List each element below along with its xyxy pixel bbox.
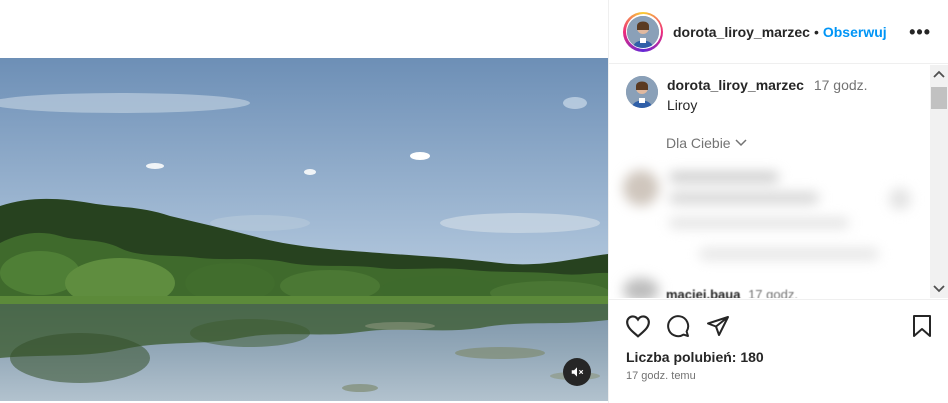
comment-filter-label: Dla Ciebie [666,135,731,151]
scroll-up-arrow-icon[interactable] [933,69,945,79]
send-icon[interactable] [706,314,730,338]
caption-text: Liroy [667,97,698,113]
avatar [627,15,659,48]
caption-time: 17 godz. [813,77,868,93]
blurred-comments [609,160,927,298]
heart-icon[interactable] [625,314,651,338]
separator-dot: • [813,23,819,40]
post-side-panel: dorota_liroy_marzec • Obserwuj ••• dorot… [608,0,948,403]
caption-avatar[interactable] [626,76,658,108]
partial-comment: maciej.baua 17 godz. [666,289,798,298]
follow-button[interactable]: Obserwuj [823,24,887,40]
post-video[interactable] [0,58,608,401]
post-actions: Liczba polubień: 180 17 godz. temu [609,299,948,403]
partial-comment-username: maciej.baua [666,289,741,298]
scroll-down-arrow-icon[interactable] [933,284,945,294]
avatar-image [627,15,659,48]
bookmark-icon[interactable] [911,314,933,338]
mute-button[interactable] [563,358,591,386]
comment-filter-dropdown[interactable]: Dla Ciebie [666,135,747,151]
comments-scrollbar[interactable] [930,65,948,298]
caption-username[interactable]: dorota_liroy_marzec [667,77,804,93]
story-ring[interactable] [623,11,663,52]
lake-landscape-image [0,58,608,401]
likes-count[interactable]: Liczba polubień: 180 [626,349,764,365]
caption: dorota_liroy_marzec 17 godz. Liroy [626,76,868,113]
media-column [0,0,608,403]
post-timestamp: 17 godz. temu [626,370,696,382]
post-header: dorota_liroy_marzec • Obserwuj ••• [609,0,948,64]
partial-comment-time: 17 godz. [748,289,798,298]
muted-speaker-icon [571,367,584,377]
comments-section: dorota_liroy_marzec 17 godz. Liroy Dla C… [609,65,948,298]
header-username[interactable]: dorota_liroy_marzec [673,24,810,40]
more-icon[interactable]: ••• [909,22,931,43]
scroll-thumb[interactable] [931,87,947,109]
comment-icon[interactable] [666,314,690,338]
avatar-image [626,76,658,108]
chevron-down-icon [735,139,747,147]
